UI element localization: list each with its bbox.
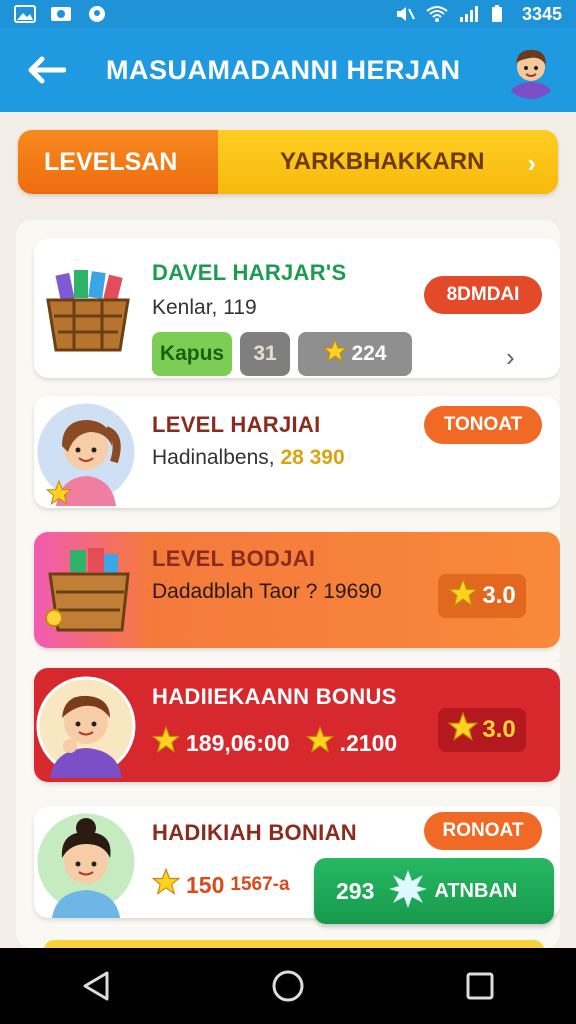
circle-home-icon <box>272 970 304 1002</box>
action-number: 293 <box>336 877 375 904</box>
card-title: HADIKIAH BONIAN <box>152 820 357 845</box>
card-subtitle: Dadadblah Taor ? 19690 <box>152 580 382 603</box>
card-subtitle: Hadinalbens, 28 390 <box>152 446 345 470</box>
star-icon <box>151 867 181 902</box>
reward-list: DAVEL HARJAR'S Kenlar, 119 Kapus 31 224 … <box>16 220 560 948</box>
card-stats: 150 1567-a <box>151 867 290 902</box>
status-bar: 3345 <box>0 0 576 28</box>
card-subtitle: Kenlar, 119 <box>152 296 257 319</box>
chevron-right-icon[interactable]: › <box>506 342 515 373</box>
burst-icon <box>388 869 428 914</box>
status-time: 3345 <box>521 3 562 24</box>
star-icon <box>45 479 73 511</box>
navigation-bar <box>0 948 576 1024</box>
mute-icon <box>394 5 416 23</box>
square-recents-icon <box>466 972 494 1000</box>
boy-avatar <box>34 674 138 783</box>
star-icon <box>447 710 479 749</box>
location-icon <box>86 5 108 23</box>
profile-avatar[interactable] <box>502 41 560 99</box>
gift-basket-icon <box>40 266 136 357</box>
claim-button[interactable]: 293 ATNBAN <box>314 858 554 924</box>
boy-avatar <box>34 806 138 923</box>
score-chip: 3.0 <box>438 708 526 752</box>
signal-icon <box>458 5 480 23</box>
status-badge[interactable]: RONOAT <box>424 812 542 850</box>
star-icon <box>323 338 348 369</box>
score-chip: 3.0 <box>438 574 526 618</box>
triangle-back-icon <box>83 971 109 1001</box>
card-title: HADIIEKAANN BONUS <box>152 684 397 709</box>
score-chip: 224 <box>298 332 412 376</box>
status-badge[interactable]: 8DMDAI <box>424 276 542 314</box>
stat-value: .2100 <box>339 729 398 756</box>
subtitle-number: 28 390 <box>280 446 345 469</box>
score-value: 224 <box>351 342 387 365</box>
photo-icon <box>50 5 72 23</box>
next-card-peek <box>44 940 544 948</box>
banner-left-label: LEVELSAN <box>18 130 218 194</box>
banner-right: YARKBHAKKARN › <box>218 130 558 194</box>
stat-suffix: 1567-a <box>230 874 290 895</box>
level-banner[interactable]: LEVELSAN YARKBHAKKARN › <box>18 130 558 194</box>
list-item[interactable]: HADIIEKAANN BONUS 189,06:00 .2100 3.0 <box>34 668 560 782</box>
star-icon <box>151 725 181 760</box>
stat-value: 150 <box>186 871 225 898</box>
subtitle-text: Hadinalbens, <box>152 446 275 469</box>
app-bar: MASUAMADANNI HERJAN <box>0 28 576 112</box>
card-title: LEVEL BODJAI <box>152 546 316 571</box>
card-stats: 189,06:00 .2100 <box>151 725 398 760</box>
list-item[interactable]: LEVEL HARJIAI Hadinalbens, 28 390 TONOAT <box>34 396 560 508</box>
list-item[interactable]: LEVEL BODJAI Dadadblah Taor ? 19690 3.0 <box>34 532 560 648</box>
card-title: DAVEL HARJAR'S <box>152 260 347 285</box>
nav-home-button[interactable] <box>258 956 318 1016</box>
star-icon <box>447 576 479 615</box>
chevron-right-icon: › <box>527 148 536 178</box>
score-value: 3.0 <box>482 582 516 609</box>
tag-chip: Kapus <box>152 332 232 376</box>
stat-value: 189,06:00 <box>186 729 290 756</box>
count-chip: 31 <box>240 332 290 376</box>
banner-right-label: YARKBHAKKARN <box>280 148 485 175</box>
nav-back-button[interactable] <box>66 956 126 1016</box>
status-badge[interactable]: TONOAT <box>424 406 542 444</box>
card-title: LEVEL HARJIAI <box>152 412 321 437</box>
star-icon <box>305 725 335 760</box>
battery-icon <box>490 5 512 23</box>
gallery-icon <box>14 5 36 23</box>
score-value: 3.0 <box>482 716 516 743</box>
back-button[interactable] <box>16 40 76 100</box>
gift-box-icon <box>44 546 134 637</box>
nav-recents-button[interactable] <box>450 956 510 1016</box>
action-label: ATNBAN <box>434 879 518 902</box>
page-title: MASUAMADANNI HERJAN <box>106 54 461 85</box>
back-arrow-icon <box>28 56 66 84</box>
list-item[interactable]: DAVEL HARJAR'S Kenlar, 119 Kapus 31 224 … <box>34 238 560 378</box>
wifi-icon <box>426 5 448 23</box>
